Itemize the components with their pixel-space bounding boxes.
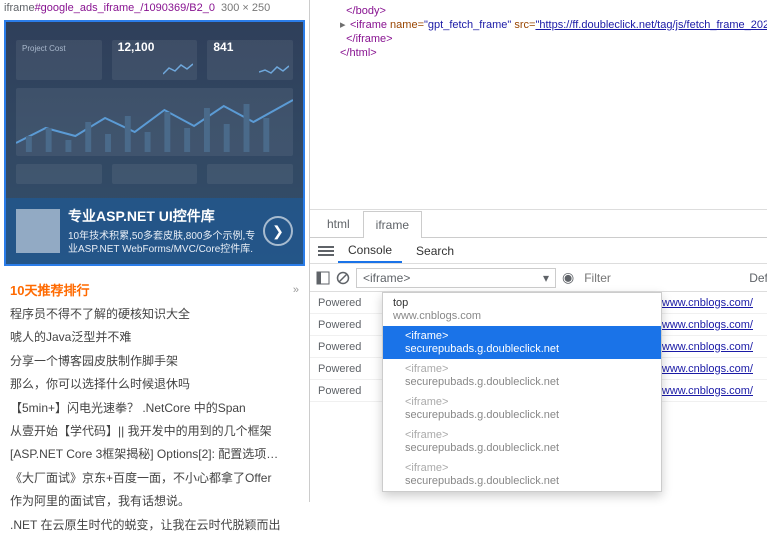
tab-iframe[interactable]: iframe [363,211,422,238]
dropdown-item-top[interactable]: top www.cnblogs.com [383,293,661,326]
breadcrumb-tabs: html iframe [310,210,767,238]
sparkline-icon [259,62,289,76]
dropdown-item-iframe[interactable]: <iframe> securepubads.g.doubleclick.net [383,425,661,458]
console-log-area: Powered/www.cnblogs.com/ Powered/www.cnb… [310,292,767,402]
section-title-text: 10天推荐排行 [10,280,89,299]
live-expression-icon[interactable]: ◉ [562,269,574,287]
tab-console[interactable]: Console [338,239,402,263]
post-link[interactable]: 【5min+】闪电光速拳？ .NetCore 中的Span [10,397,299,420]
ad-description: 10年技术积累,50多套皮肤,800多个示例,专业ASP.NET WebForm… [68,230,263,256]
source-link[interactable]: /www.cnblogs.com/ [659,385,759,397]
elements-source-view[interactable]: </body> ▸<iframe name="gpt_fetch_frame" … [310,0,767,210]
iframe-label-prefix: iframe [4,2,35,14]
ad-card-label: Project Cost [16,40,102,57]
dropdown-item-iframe[interactable]: <iframe> securepubads.g.doubleclick.net [383,359,661,392]
code-line: </html> [340,46,737,60]
dropdown-item-iframe[interactable]: <iframe> securepubads.g.doubleclick.net [383,458,661,491]
ad-card-number: 841 [207,40,239,54]
source-link[interactable]: /www.cnblogs.com/ [659,363,759,375]
ad-chart-wide [16,88,293,156]
context-dropdown: top www.cnblogs.com <iframe> securepubad… [382,292,662,492]
iframe-selector-tooltip: iframe #google_ads_iframe_/1090369/B2_0 … [0,0,309,16]
tab-search[interactable]: Search [406,240,464,262]
sidebar-toggle-icon[interactable] [316,269,330,287]
more-link[interactable]: » [293,284,299,296]
tab-html[interactable]: html [314,210,363,237]
dropdown-item-iframe[interactable]: <iframe> securepubads.g.doubleclick.net [383,326,661,359]
ad-dashboard-graphic: Project Cost 12,100 841 [16,40,293,180]
chevron-down-icon: ▾ [543,271,549,285]
iframe-dimensions: 300 × 250 [221,2,270,14]
ad-text-block: 专业ASP.NET UI控件库 10年技术积累,50多套皮肤,800多个示例,专… [6,198,303,264]
ad-thumbnail [16,209,60,253]
ad-title: 专业ASP.NET UI控件库 [68,206,263,226]
clear-console-icon[interactable] [336,269,350,287]
post-link[interactable]: 《大厂面试》京东+百度一面，不小心都拿了Offer [10,467,299,490]
console-toolbar: <iframe> ▾ ◉ Defaul [310,264,767,292]
code-line: </body> [340,4,737,18]
execution-context-selector[interactable]: <iframe> ▾ [356,268,556,288]
iframe-id: #google_ads_iframe_/1090369/B2_0 [35,2,215,14]
section-title: 10天推荐排行 » [0,272,309,303]
post-link[interactable]: 程序员不得不了解的硬核知识大全 [10,303,299,326]
code-line: ▸<iframe name="gpt_fetch_frame" src="htt… [340,18,737,32]
source-link[interactable]: /www.cnblogs.com/ [659,319,759,331]
chevron-right-icon[interactable]: ❯ [263,216,293,246]
ad-card-number: 12,100 [112,40,161,54]
code-line: </iframe> [340,32,737,46]
post-link[interactable]: .NET 在云原生时代的蜕变，让我在云时代脱颖而出 [10,514,299,537]
post-link[interactable]: 那么，你可以选择什么时候退休吗 [10,373,299,396]
sparkline-icon [163,62,193,76]
drawer-tabs: Console Search [310,238,767,264]
source-link[interactable]: /www.cnblogs.com/ [659,297,759,309]
dropdown-item-iframe[interactable]: <iframe> securepubads.g.doubleclick.net [383,392,661,425]
page-preview-pane: iframe #google_ads_iframe_/1090369/B2_0 … [0,0,310,502]
post-link[interactable]: [ASP.NET Core 3框架揭秘] Options[2]: 配置选项… [10,443,299,466]
post-link[interactable]: 分享一个博客园皮肤制作脚手架 [10,350,299,373]
post-list: 程序员不得不了解的硬核知识大全 唬人的Java泛型并不难 分享一个博客园皮肤制作… [0,303,309,547]
devtools-pane: </body> ▸<iframe name="gpt_fetch_frame" … [310,0,767,502]
menu-icon[interactable] [318,246,334,256]
filter-input[interactable] [580,269,743,287]
source-link[interactable]: /www.cnblogs.com/ [659,341,759,353]
log-levels-selector[interactable]: Defaul [749,271,767,285]
context-selected-value: <iframe> [363,271,410,285]
ad-iframe-preview[interactable]: Project Cost 12,100 841 [4,20,305,266]
post-link[interactable]: 从壹开始【学代码】|| 我开发中的用到的几个框架 [10,420,299,443]
post-link[interactable]: 唬人的Java泛型并不难 [10,326,299,349]
